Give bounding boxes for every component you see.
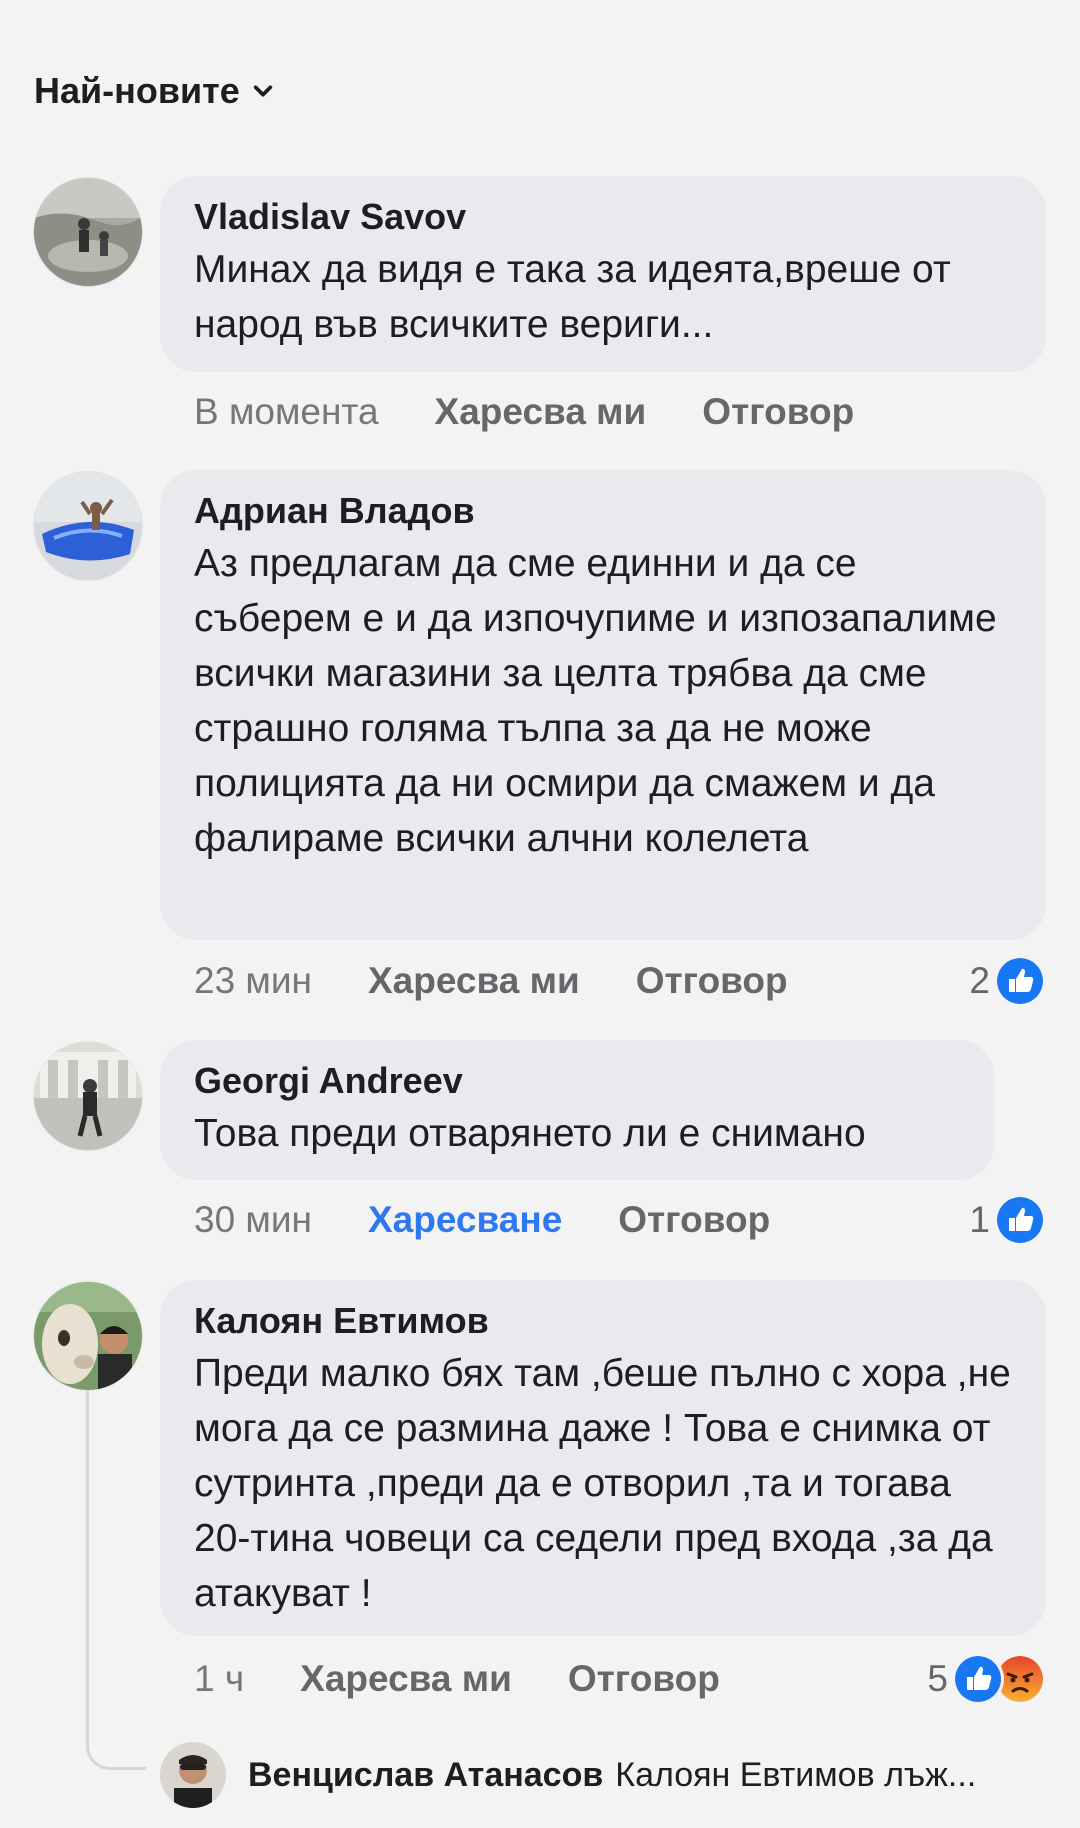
comment-text: Аз предлагам да сме единни и да се събер…: [194, 542, 997, 860]
comment-time[interactable]: В момента: [194, 391, 379, 433]
chevron-down-icon: [253, 85, 272, 97]
avatar[interactable]: [34, 472, 142, 580]
comment-time[interactable]: 23 мин: [194, 960, 312, 1002]
comment-bubble[interactable]: Georgi Andreev Това преди отварянето ли …: [160, 1040, 994, 1180]
avatar[interactable]: [34, 178, 142, 286]
reaction-count: 5: [927, 1658, 948, 1699]
comment-author[interactable]: Калоян Евтимов: [194, 1296, 1012, 1346]
reply-button[interactable]: Отговор: [702, 391, 854, 433]
comment-author[interactable]: Georgi Andreev: [194, 1056, 960, 1106]
reaction-summary[interactable]: 1: [969, 1194, 1046, 1246]
like-button[interactable]: Харесване: [368, 1199, 562, 1241]
avatar[interactable]: [160, 1742, 226, 1808]
reply-text: Калоян Евтимов лъж...: [615, 1755, 977, 1794]
reply-author[interactable]: Венцислав Атанасов: [248, 1756, 603, 1795]
comment-bubble[interactable]: Vladislav Savov Минах да видя е така за …: [160, 176, 1046, 372]
comment-bubble[interactable]: Калоян Евтимов Преди малко бях там ,беше…: [160, 1280, 1046, 1636]
comment-time[interactable]: 30 мин: [194, 1199, 312, 1241]
avatar-photo: [160, 1742, 226, 1808]
like-reaction-icon: [994, 955, 1046, 1007]
reply-button[interactable]: Отговор: [568, 1658, 720, 1700]
reaction-summary[interactable]: 5: [927, 1653, 1046, 1705]
avatar-photo: [34, 1042, 142, 1150]
reaction-count: 1: [969, 1199, 990, 1240]
reaction-count: 2: [969, 960, 990, 1001]
like-reaction-icon: [952, 1653, 1004, 1705]
comment-actions: 30 мин Харесване Отговор: [194, 1195, 770, 1245]
avatar-photo: [34, 178, 142, 286]
like-reaction-icon: [994, 1194, 1046, 1246]
avatar[interactable]: [34, 1282, 142, 1390]
sort-label: Най-новите: [34, 70, 240, 111]
thread-connector: [86, 1390, 146, 1770]
comment-text: Преди малко бях там ,беше пълно с хора ,…: [194, 1352, 1011, 1615]
comment-author[interactable]: Vladislav Savov: [194, 192, 1012, 242]
comment-actions: 1 ч Харесва ми Отговор: [194, 1654, 720, 1704]
comment-time[interactable]: 1 ч: [194, 1658, 244, 1700]
avatar[interactable]: [34, 1042, 142, 1150]
avatar-photo: [34, 472, 142, 580]
like-button[interactable]: Харесва ми: [368, 960, 580, 1002]
comment-actions: В момента Харесва ми Отговор: [194, 387, 854, 437]
comment-author[interactable]: Адриан Владов: [194, 486, 1012, 536]
like-button[interactable]: Харесва ми: [300, 1658, 512, 1700]
reply-button[interactable]: Отговор: [618, 1199, 770, 1241]
comment-bubble[interactable]: Адриан Владов Аз предлагам да сме единни…: [160, 470, 1046, 940]
like-button[interactable]: Харесва ми: [435, 391, 647, 433]
reply-preview[interactable]: Венцислав Атанасов Калоян Евтимов лъж...: [160, 1742, 1040, 1808]
comment-actions: 23 мин Харесва ми Отговор: [194, 956, 788, 1006]
reaction-summary[interactable]: 2: [969, 955, 1046, 1007]
comment-text: Минах да видя е така за идеята,вреше от …: [194, 248, 951, 346]
reply-button[interactable]: Отговор: [636, 960, 788, 1002]
comment-text: Това преди отварянето ли е снимано: [194, 1112, 866, 1155]
sort-dropdown[interactable]: Най-новите: [34, 70, 274, 112]
avatar-photo: [34, 1282, 142, 1390]
